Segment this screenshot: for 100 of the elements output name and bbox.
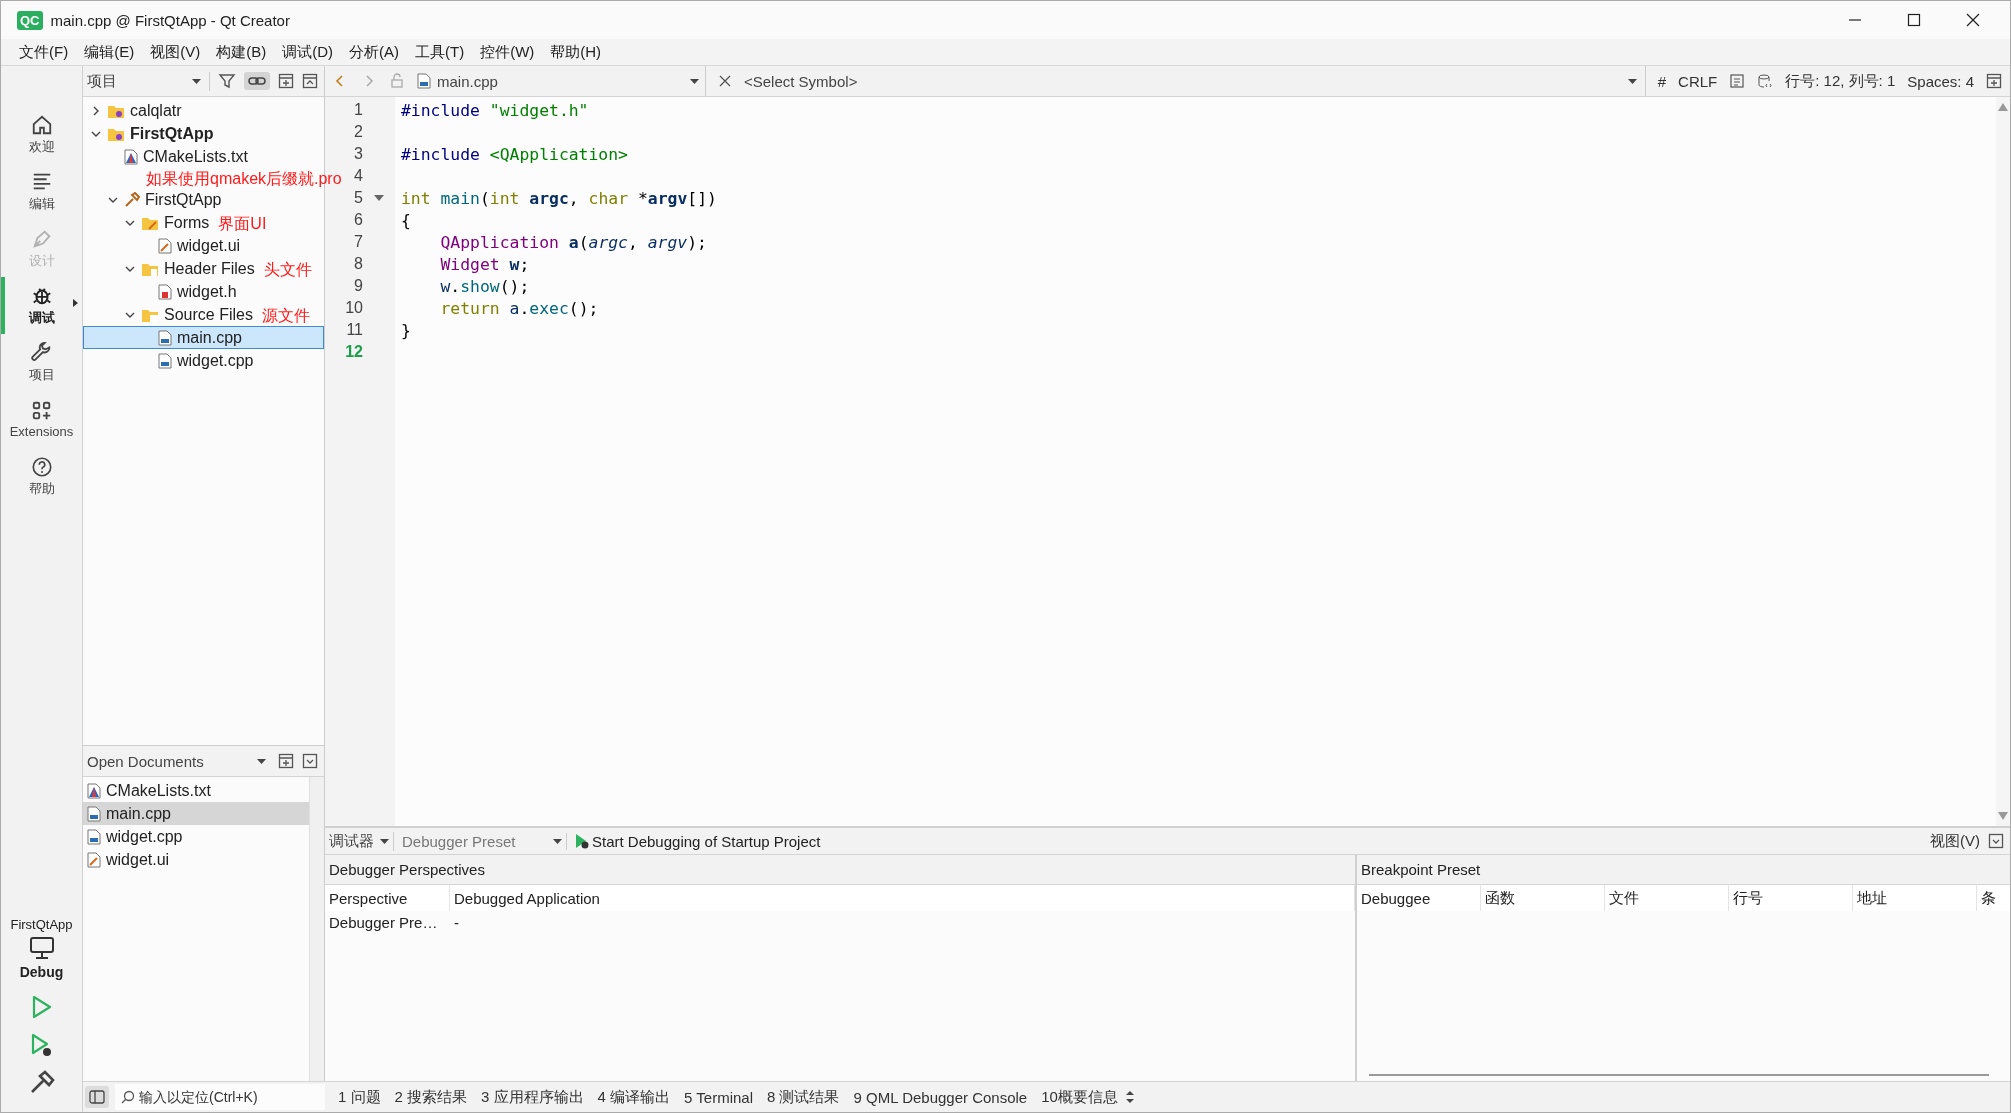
tree-item[interactable]: widget.h xyxy=(83,280,324,303)
scroll-up-icon[interactable] xyxy=(1998,103,2008,111)
menu-item[interactable]: 分析(A) xyxy=(341,42,407,62)
line-number: 3 xyxy=(353,145,363,163)
cmake-file-icon xyxy=(124,148,138,165)
code-line: #include <QApplication> xyxy=(401,144,628,164)
menu-item[interactable]: 编辑(E) xyxy=(76,42,143,62)
target-project: FirstQtApp xyxy=(9,917,74,932)
view-menu[interactable]: 视图(V) xyxy=(1930,831,1980,851)
database-icon[interactable] xyxy=(1757,73,1774,89)
output-tab[interactable]: 4 编译输出 xyxy=(590,1087,678,1107)
mode-button[interactable]: 帮助 xyxy=(1,448,78,505)
tree-item[interactable]: FirstQtApp xyxy=(83,122,324,145)
document-item[interactable]: widget.cpp xyxy=(83,825,309,848)
code-line: QApplication a(argc, argv); xyxy=(439,232,707,252)
output-tab[interactable]: 2 搜索结果 xyxy=(387,1087,475,1107)
filter-icon[interactable] xyxy=(218,72,236,90)
file-icon xyxy=(87,851,101,868)
tree-item[interactable]: Source Files 源文件 xyxy=(83,303,324,326)
output-tab[interactable]: 9 QML Debugger Console xyxy=(846,1088,1035,1106)
collapse-pane-icon[interactable] xyxy=(1988,833,2004,849)
document-item[interactable]: widget.ui xyxy=(83,848,309,871)
scrollbar[interactable] xyxy=(1369,1074,1989,1076)
line-number: 12 xyxy=(344,343,363,361)
tree-item[interactable]: widget.cpp xyxy=(83,349,324,372)
split-icon[interactable] xyxy=(278,73,294,89)
fold-arrow-icon[interactable] xyxy=(374,195,384,201)
column-header[interactable]: 行号 xyxy=(1729,885,1853,911)
up-down-arrows-icon[interactable] xyxy=(1124,1090,1135,1104)
column-header[interactable]: 函数 xyxy=(1481,885,1605,911)
close-icon[interactable] xyxy=(1966,13,1980,27)
menu-item[interactable]: 控件(W) xyxy=(472,42,543,62)
sidebar-toggle[interactable] xyxy=(85,1086,109,1108)
preset-selector[interactable]: Debugger Preset xyxy=(402,832,567,850)
menu-item[interactable]: 视图(V) xyxy=(142,42,209,62)
locator-field[interactable]: 输入以定位(Ctrl+K) xyxy=(115,1084,325,1110)
mode-button[interactable]: Extensions xyxy=(1,391,78,448)
kit-selector[interactable]: Debug xyxy=(1,932,82,988)
code-line: { xyxy=(401,210,411,230)
output-tab[interactable]: 1 问题 xyxy=(331,1087,388,1107)
column-header[interactable]: 文件 xyxy=(1605,885,1729,911)
start-debugging-button[interactable]: Start Debugging of Startup Project xyxy=(575,832,821,850)
file-icon xyxy=(87,805,101,822)
collapse-pane-icon[interactable] xyxy=(302,753,318,769)
table-cell-text: - xyxy=(453,913,460,931)
split-icon[interactable] xyxy=(278,753,294,769)
document-item[interactable]: main.cpp xyxy=(83,802,309,825)
caret-icon xyxy=(73,299,78,307)
mode-button[interactable]: 调试 xyxy=(1,277,78,334)
tree-item[interactable]: CMakeLists.txt xyxy=(83,145,324,168)
mode-button[interactable]: 欢迎 xyxy=(1,106,78,163)
hash-button[interactable]: # xyxy=(1657,72,1667,90)
annotation-text: 如果使用qmakek后缀就.pro xyxy=(146,170,342,188)
line-ending-button[interactable]: CRLF xyxy=(1678,72,1718,90)
hammer-icon xyxy=(124,191,140,208)
column-header[interactable]: Perspective xyxy=(325,885,450,911)
tree-item[interactable]: main.cpp xyxy=(83,326,324,349)
tree-item[interactable]: Forms 界面UI xyxy=(83,211,324,234)
line-number: 1 xyxy=(353,101,363,119)
code-line: #include "widget.h" xyxy=(401,100,589,120)
mode-button[interactable]: 编辑 xyxy=(1,163,78,220)
code-line: Widget w; xyxy=(439,254,530,274)
debug-run-icon[interactable] xyxy=(29,1032,54,1058)
output-tab[interactable]: 10概要信息 xyxy=(1034,1087,1125,1107)
menu-item[interactable]: 调试(D) xyxy=(274,42,341,62)
column-header[interactable]: 条 xyxy=(1977,885,2010,911)
output-tab[interactable]: 8 测试结果 xyxy=(760,1087,847,1107)
dropdown-arrow-icon xyxy=(257,758,266,764)
maximize-icon[interactable] xyxy=(1907,13,1921,27)
close-pane-icon[interactable] xyxy=(302,73,318,89)
tree-item[interactable]: Header Files 头文件 xyxy=(83,257,324,280)
menu-item[interactable]: 构建(B) xyxy=(208,42,275,62)
file-selector[interactable]: main.cpp xyxy=(417,66,706,96)
document-icon[interactable] xyxy=(1729,73,1746,89)
column-header[interactable]: 地址 xyxy=(1853,885,1977,911)
menu-item[interactable]: 工具(T) xyxy=(407,42,473,62)
output-tab[interactable]: 5 Terminal xyxy=(677,1088,760,1106)
menu-item[interactable]: 文件(F) xyxy=(11,42,77,62)
symbol-selector[interactable]: <Select Symbol> xyxy=(744,66,1646,96)
tree-item[interactable]: FirstQtApp xyxy=(83,188,324,211)
annotation-text: 头文件 xyxy=(263,261,312,279)
dropdown-arrow-icon xyxy=(192,78,201,84)
scroll-down-icon[interactable] xyxy=(1998,812,2008,820)
indent-setting[interactable]: Spaces: 4 xyxy=(1907,72,1974,90)
cursor-position[interactable]: 行号: 12, 列号: 1 xyxy=(1785,71,1896,91)
document-item[interactable]: CMakeLists.txt xyxy=(83,779,309,802)
tree-item[interactable]: calqlatr xyxy=(83,99,324,122)
scrollbar[interactable] xyxy=(309,777,324,1081)
file-icon xyxy=(158,283,172,300)
split-icon[interactable] xyxy=(1986,73,2002,89)
output-tab[interactable]: 3 应用程序输出 xyxy=(474,1087,591,1107)
tree-item[interactable]: widget.ui xyxy=(83,234,324,257)
menu-item[interactable]: 帮助(H) xyxy=(542,42,610,62)
mode-button[interactable]: 项目 xyxy=(1,334,78,391)
link-toggle[interactable] xyxy=(244,72,270,90)
column-header[interactable]: Debuggee xyxy=(1357,885,1481,911)
close-icon[interactable] xyxy=(718,74,732,88)
debugger-selector[interactable]: 调试器 xyxy=(329,831,394,851)
column-header[interactable]: Debugged Application xyxy=(450,885,1355,911)
help-icon xyxy=(30,455,53,478)
